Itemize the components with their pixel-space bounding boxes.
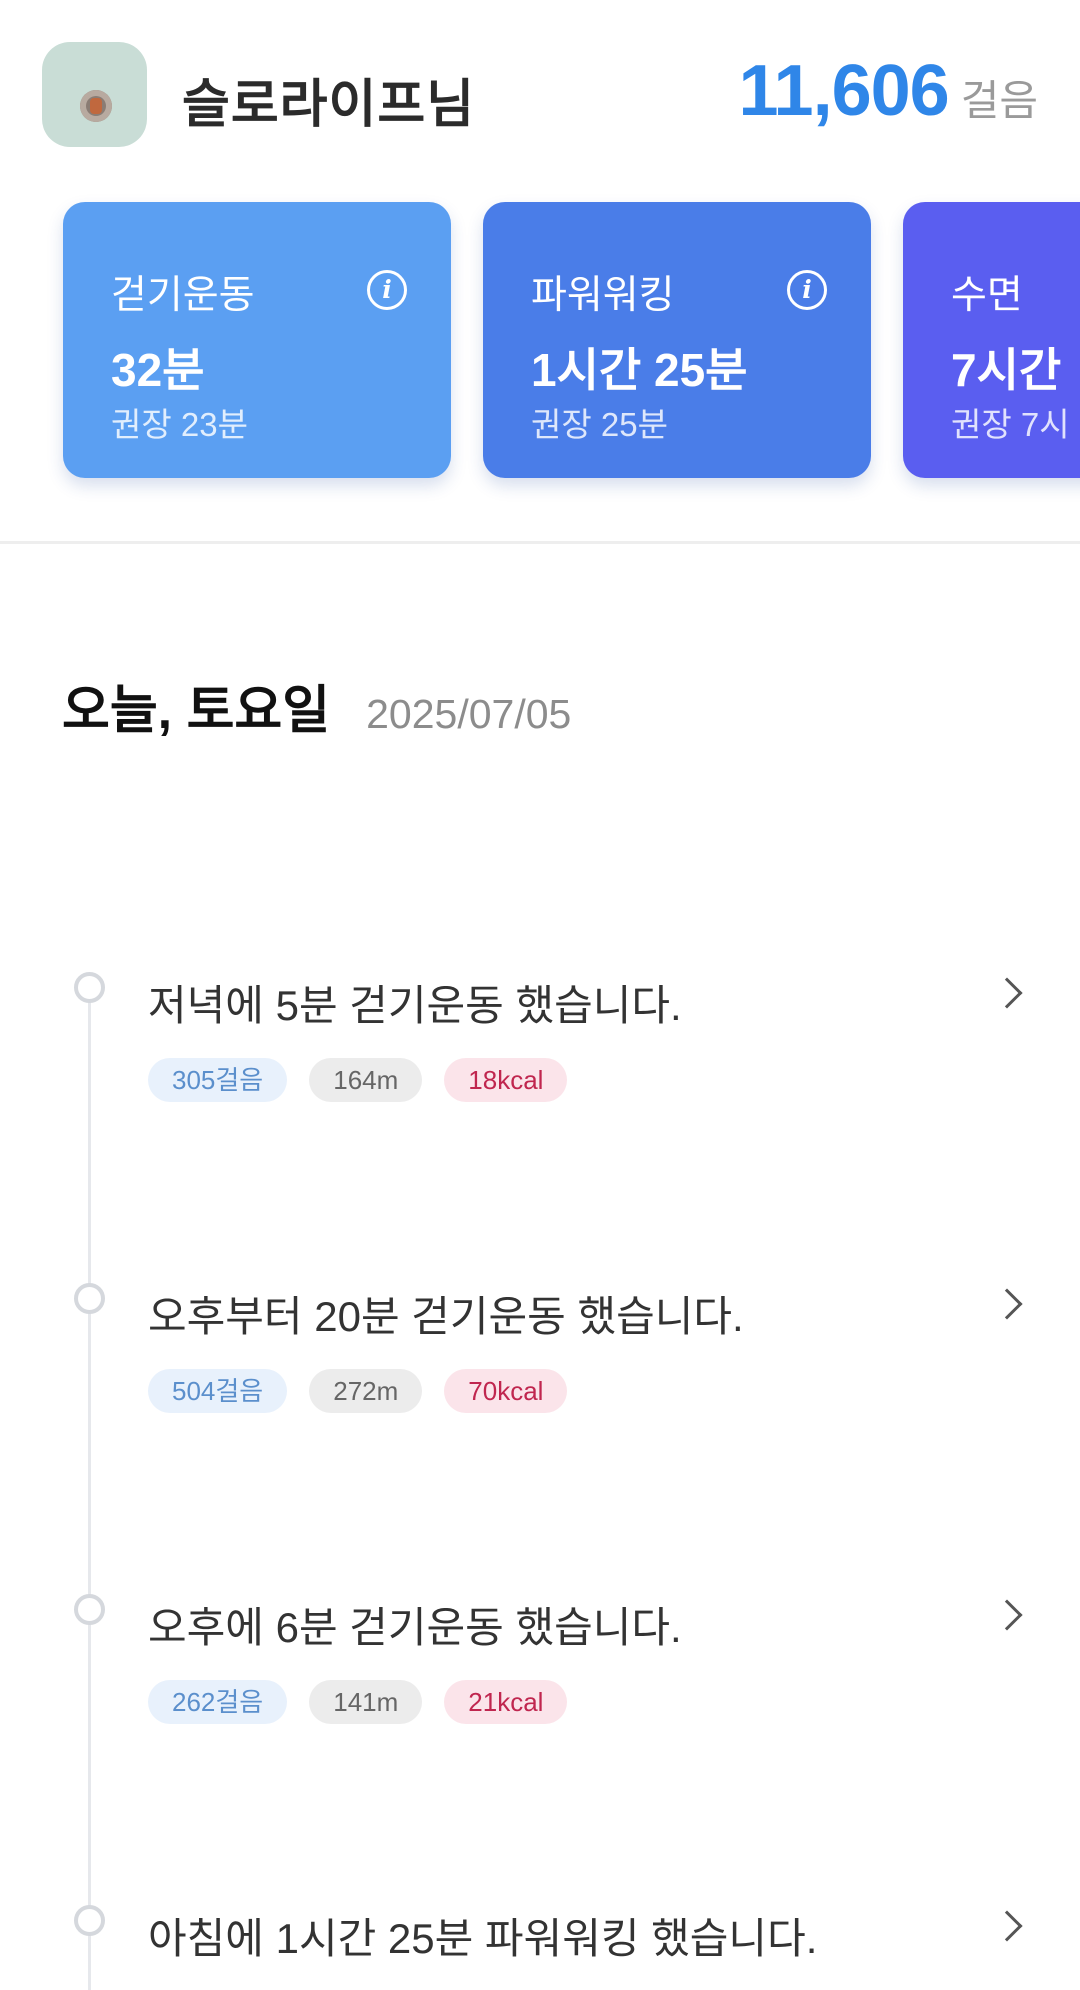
calories-tag: 21kcal [444,1680,568,1724]
timeline-dot [74,1594,105,1625]
summary-cards: 걷기운동 i 32분 권장 23분 파워워킹 i 1시간 25분 권장 25분 … [0,190,1080,542]
card-value: 1시간 25분 [531,344,748,396]
chevron-right-icon[interactable] [991,977,1023,1009]
activity-text: 오후부터 20분 걷기운동 했습니다. [148,1293,744,1340]
activity-item[interactable]: 아침에 1시간 25분 파워워킹 했습니다. [0,1905,1080,1990]
timeline-dot [74,1283,105,1314]
steps-tag: 305걸음 [148,1058,288,1102]
distance-tag: 164m [309,1058,423,1102]
activity-item[interactable]: 오후부터 20분 걷기운동 했습니다. 504걸음 272m 70kcal [0,1283,1080,1483]
avatar-image [80,90,112,122]
card-title: 수면 [951,274,1023,317]
date-label: 2025/07/05 [366,691,572,737]
info-icon[interactable]: i [367,270,407,310]
card-recommended: 권장 23분 [111,406,248,443]
card-recommended: 권장 7시 [951,406,1070,443]
section-divider [0,541,1080,544]
profile-header: 슬로라이프님 11,606 걸음 [0,0,1080,190]
calories-tag: 70kcal [444,1369,568,1413]
avatar[interactable] [42,42,147,147]
distance-tag: 272m [309,1369,423,1413]
card-walking[interactable]: 걷기운동 i 32분 권장 23분 [63,202,451,478]
card-title: 걷기운동 [111,274,255,317]
activity-text: 아침에 1시간 25분 파워워킹 했습니다. [148,1915,818,1962]
activity-item[interactable]: 저녁에 5분 걷기운동 했습니다. 305걸음 164m 18kcal [0,972,1080,1172]
day-label: 오늘, 토요일 [62,682,331,740]
date-heading: 오늘, 토요일 2025/07/05 [62,668,571,743]
total-steps: 11,606 걸음 [738,50,1038,132]
activity-tags: 262걸음 141m 21kcal [148,1680,589,1724]
timeline-dot [74,1905,105,1936]
card-value: 32분 [111,344,205,396]
chevron-right-icon[interactable] [991,1599,1023,1631]
timeline-dot [74,972,105,1003]
card-power-walking[interactable]: 파워워킹 i 1시간 25분 권장 25분 [483,202,871,478]
chevron-right-icon[interactable] [991,1910,1023,1942]
steps-tag: 504걸음 [148,1369,288,1413]
steps-tag: 262걸음 [148,1680,288,1724]
card-recommended: 권장 25분 [531,406,668,443]
activity-text: 오후에 6분 걷기운동 했습니다. [148,1604,682,1651]
card-value: 7시간 [951,344,1062,396]
username: 슬로라이프님 [182,76,476,134]
activity-item[interactable]: 오후에 6분 걷기운동 했습니다. 262걸음 141m 21kcal [0,1594,1080,1794]
distance-tag: 141m [309,1680,423,1724]
activity-text: 저녁에 5분 걷기운동 했습니다. [148,982,682,1029]
activity-tags: 504걸음 272m 70kcal [148,1369,589,1413]
calories-tag: 18kcal [444,1058,568,1102]
activity-tags: 305걸음 164m 18kcal [148,1058,589,1102]
card-sleep[interactable]: 수면 7시간 권장 7시 [903,202,1080,478]
steps-count: 11,606 [738,51,949,131]
chevron-right-icon[interactable] [991,1288,1023,1320]
info-icon[interactable]: i [787,270,827,310]
steps-unit: 걸음 [960,77,1038,124]
card-title: 파워워킹 [531,274,675,317]
